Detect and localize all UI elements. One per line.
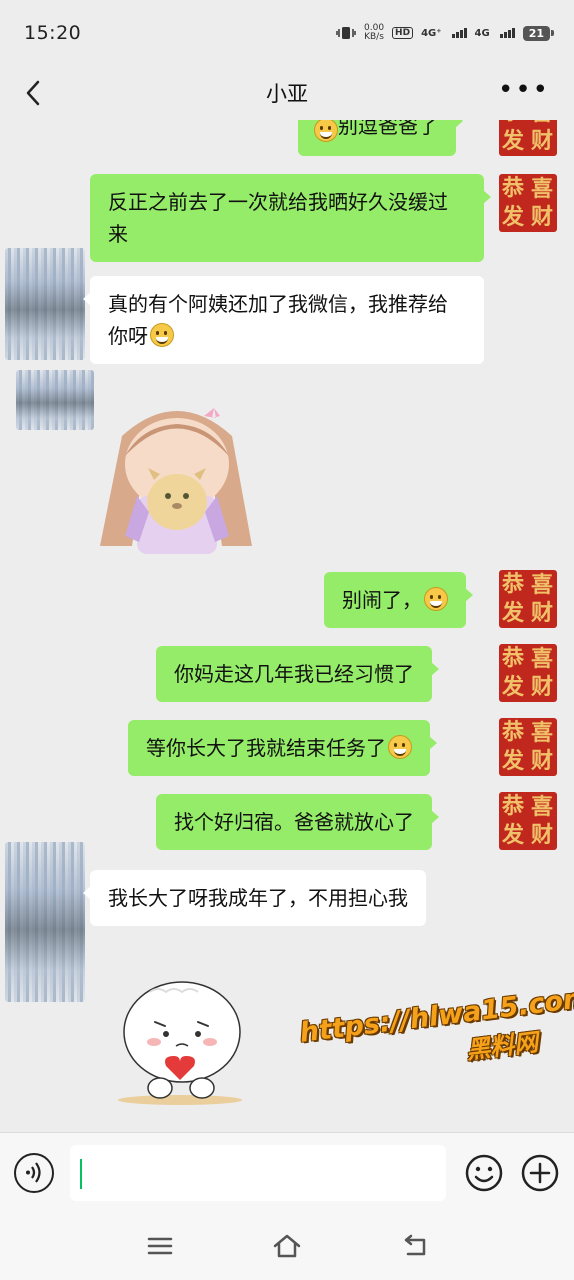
avatar-char: 财 bbox=[531, 128, 554, 154]
message-bubble-sent[interactable]: 等你长大了我就结束任务了 bbox=[128, 720, 437, 776]
self-avatar[interactable]: 恭 喜 发 财 bbox=[499, 570, 557, 628]
contact-avatar[interactable] bbox=[5, 248, 85, 360]
chat-header: 小亚 ••• bbox=[0, 66, 574, 120]
menu-icon[interactable] bbox=[146, 1232, 174, 1260]
avatar-char: 发 bbox=[502, 748, 525, 774]
more-dots-icon[interactable]: ••• bbox=[498, 77, 550, 103]
avatar-char: 财 bbox=[531, 600, 554, 626]
text-caret bbox=[80, 1159, 82, 1189]
input-bar bbox=[0, 1132, 574, 1212]
home-icon[interactable] bbox=[272, 1232, 302, 1260]
grin-emoji-icon bbox=[150, 323, 174, 347]
chevron-left-icon[interactable] bbox=[20, 78, 50, 108]
avatar-char: 发 bbox=[502, 674, 525, 700]
status-icons: 0.00 KB/s HD 4G⁺ 4G 21 bbox=[336, 24, 555, 42]
page-title: 小亚 bbox=[266, 82, 308, 106]
laugh-emoji-icon bbox=[314, 120, 338, 142]
watermark: https://hlwa15.com 黑料网 bbox=[298, 982, 574, 1085]
message-text: 我长大了呀我成年了，不用担心我 bbox=[108, 886, 408, 910]
avatar-char: 喜 bbox=[531, 646, 554, 672]
hd-badge: HD bbox=[392, 27, 414, 39]
grimace-emoji-icon bbox=[388, 735, 412, 759]
message-text: 别逗爸爸了 bbox=[338, 120, 438, 138]
avatar-char: 恭 bbox=[502, 120, 524, 123]
avatar-char: 发 bbox=[502, 822, 525, 848]
avatar-char: 喜 bbox=[531, 720, 554, 746]
avatar-char: 喜 bbox=[531, 794, 554, 820]
avatar-char: 恭 bbox=[502, 719, 525, 745]
signal-bars-2 bbox=[499, 28, 515, 38]
self-avatar[interactable]: 恭 喜 发 财 bbox=[499, 120, 557, 156]
avatar-char: 发 bbox=[502, 128, 525, 154]
avatar-char: 喜 bbox=[531, 120, 553, 124]
net-speed-unit: KB/s bbox=[364, 32, 384, 42]
message-bubble-sent[interactable]: 别闹了， bbox=[324, 572, 473, 628]
message-text: 等你长大了我就结束任务了 bbox=[146, 736, 386, 760]
avatar-char: 恭 bbox=[502, 175, 525, 201]
status-bar: 15:20 0.00 KB/s HD 4G⁺ 4G 21 bbox=[0, 0, 574, 66]
message-text: 反正之前去了一次就给我晒好久没缓过来 bbox=[108, 190, 448, 246]
plus-icon[interactable] bbox=[520, 1153, 560, 1193]
avatar-char: 财 bbox=[531, 822, 554, 848]
message-bubble-sent[interactable]: 反正之前去了一次就给我晒好久没缓过来 bbox=[90, 174, 491, 262]
avatar-char: 恭 bbox=[502, 793, 525, 819]
contact-avatar[interactable] bbox=[5, 842, 85, 1002]
message-text: 别闹了， bbox=[342, 588, 422, 612]
signal-bars-1 bbox=[451, 28, 467, 38]
self-avatar[interactable]: 恭 喜 发 财 bbox=[499, 644, 557, 702]
battery-indicator: 21 bbox=[522, 25, 555, 41]
avatar-char: 财 bbox=[531, 204, 554, 230]
message-bubble-sent[interactable]: 你妈走这几年我已经习惯了 bbox=[156, 646, 439, 702]
bun-heart-sticker[interactable] bbox=[110, 970, 250, 1110]
voice-icon[interactable] bbox=[14, 1153, 54, 1193]
shy-emoji-icon bbox=[424, 587, 448, 611]
message-bubble-sent[interactable]: 别逗爸爸了 bbox=[298, 120, 463, 156]
self-avatar[interactable]: 恭 喜 发 财 bbox=[499, 792, 557, 850]
message-text: 你妈走这几年我已经习惯了 bbox=[174, 662, 414, 686]
back-nav-icon[interactable] bbox=[400, 1232, 430, 1260]
signal-label-1: 4G⁺ bbox=[421, 27, 442, 39]
message-list[interactable]: 别逗爸爸了 恭 喜 发 财 反正之前去了一次就给我晒好久没缓过来 恭 喜 发 财… bbox=[0, 120, 574, 1132]
contact-avatar[interactable] bbox=[16, 370, 94, 430]
avatar-char: 喜 bbox=[531, 176, 554, 202]
avatar-char: 恭 bbox=[502, 645, 525, 671]
net-speed: 0.00 KB/s bbox=[364, 24, 384, 42]
message-bubble-received[interactable]: 我长大了呀我成年了，不用担心我 bbox=[83, 870, 426, 926]
avatar-char: 恭 bbox=[502, 571, 525, 597]
anime-girl-sticker[interactable] bbox=[92, 396, 262, 554]
signal-label-2: 4G bbox=[474, 27, 490, 39]
message-bubble-received[interactable]: 真的有个阿姨还加了我微信，我推荐给你呀 bbox=[83, 276, 484, 364]
self-avatar[interactable]: 恭 喜 发 财 bbox=[499, 718, 557, 776]
voice-wave-icon bbox=[26, 1162, 41, 1183]
self-avatar[interactable]: 恭 喜 发 财 bbox=[499, 174, 557, 232]
avatar-char: 财 bbox=[531, 674, 554, 700]
avatar-char: 喜 bbox=[531, 572, 554, 598]
status-time: 15:20 bbox=[24, 22, 82, 44]
avatar-char: 发 bbox=[502, 204, 525, 230]
message-input[interactable] bbox=[70, 1145, 446, 1201]
vibrate-icon bbox=[336, 27, 356, 39]
emoji-icon[interactable] bbox=[464, 1153, 504, 1193]
avatar-char: 发 bbox=[502, 600, 525, 626]
message-bubble-sent[interactable]: 找个好归宿。爸爸就放心了 bbox=[156, 794, 439, 850]
avatar-char: 财 bbox=[531, 748, 554, 774]
message-text: 找个好归宿。爸爸就放心了 bbox=[174, 810, 414, 834]
system-navigation-bar bbox=[0, 1212, 574, 1280]
